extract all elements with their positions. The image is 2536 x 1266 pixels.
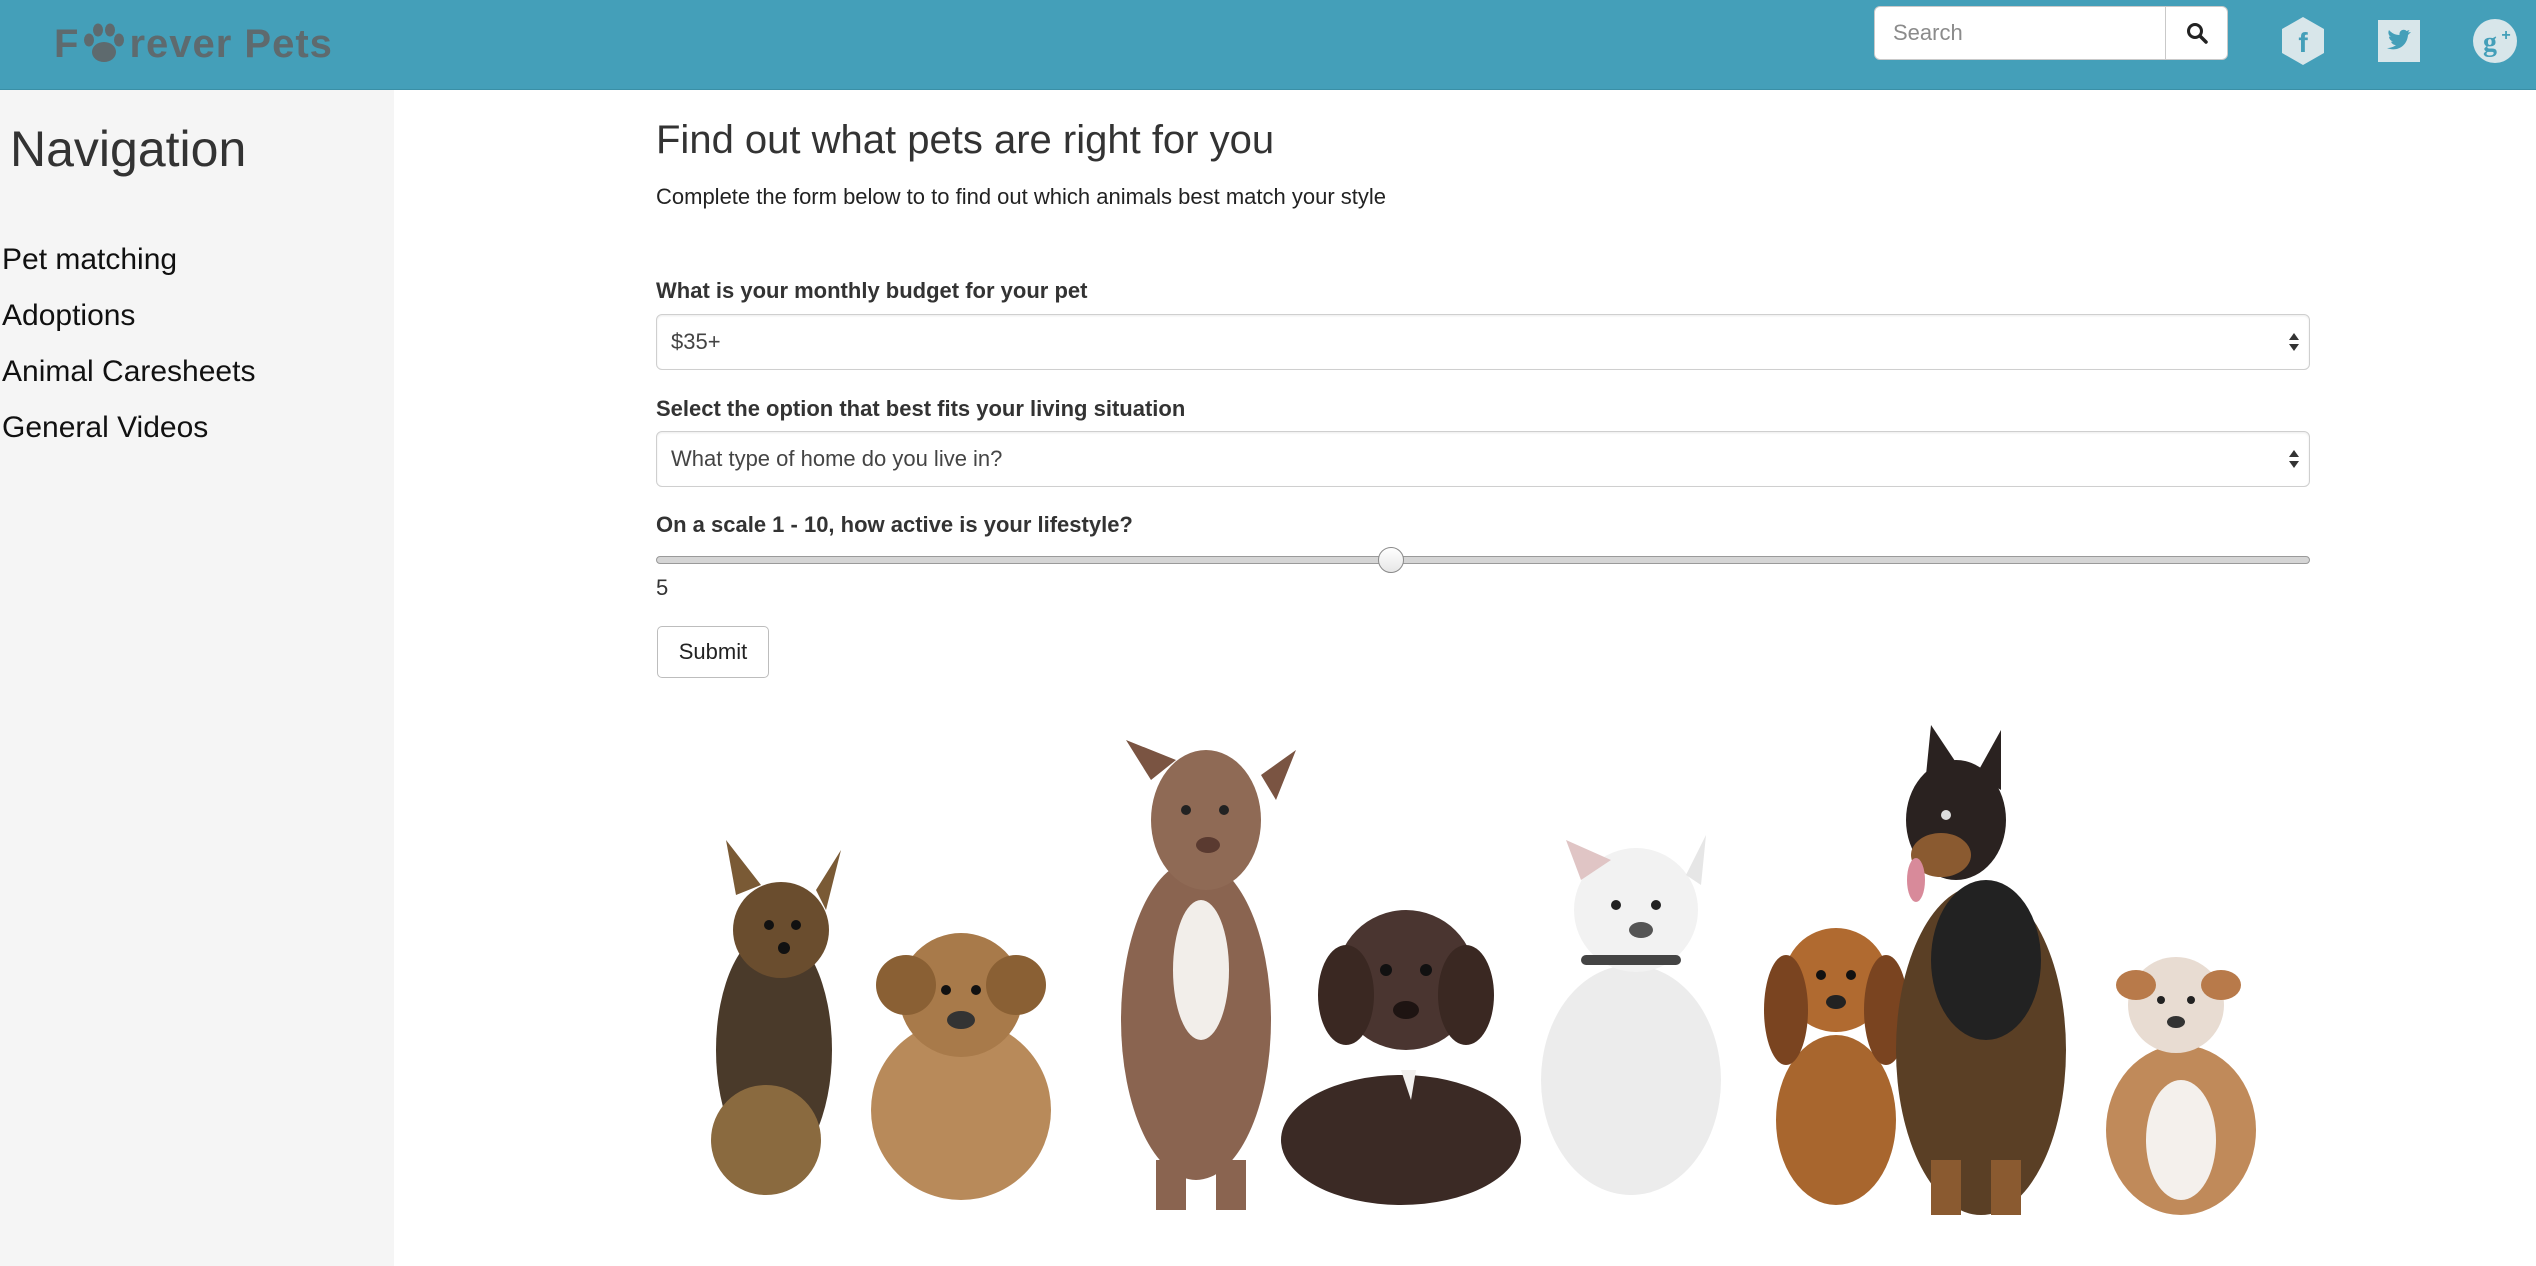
puppies-photo [711, 725, 2256, 1215]
select-arrows-icon [2289, 333, 2299, 351]
sidebar-item-animal-caresheets[interactable]: Animal Caresheets [2, 352, 255, 408]
activity-slider[interactable] [656, 556, 2310, 564]
puppy-bulldog [1541, 835, 1721, 1195]
page-title: Find out what pets are right for you [656, 118, 1275, 162]
page-subtitle: Complete the form below to to find out w… [656, 184, 1387, 209]
twitter-icon[interactable] [2374, 14, 2424, 68]
svg-text:g: g [2483, 27, 2497, 58]
search-icon [2186, 23, 2208, 44]
sidebar-nav: Pet matching Adoptions Animal Caresheets… [2, 240, 255, 464]
living-select-value: What type of home do you live in? [671, 446, 1003, 471]
puppy-yorkie [711, 840, 841, 1195]
puppy-pitbull [1121, 740, 1296, 1210]
sidebar-item-pet-matching[interactable]: Pet matching [2, 240, 255, 296]
budget-select-value: $35+ [671, 329, 721, 354]
activity-label: On a scale 1 - 10, how active is your li… [656, 512, 1133, 537]
puppy-fluffy [871, 933, 1051, 1200]
brand-suffix: rever Pets [129, 21, 333, 66]
search-form [1874, 6, 2228, 60]
puppy-german-shepherd [1896, 725, 2066, 1215]
facebook-icon[interactable]: f [2278, 14, 2328, 68]
puppy-english-bulldog [2106, 957, 2256, 1215]
google-plus-icon[interactable]: g + [2470, 14, 2520, 68]
paw-icon [84, 23, 125, 62]
living-label: Select the option that best fits your li… [656, 396, 1186, 421]
top-navbar: F rever Pets f g + [0, 0, 2536, 90]
select-arrows-icon [2289, 450, 2299, 468]
search-input[interactable] [1874, 6, 2166, 60]
svg-text:+: + [2501, 27, 2510, 44]
budget-select[interactable]: $35+ [656, 314, 2310, 370]
sidebar: Navigation Pet matching Adoptions Animal… [0, 90, 394, 1266]
budget-label: What is your monthly budget for your pet [656, 278, 1088, 303]
activity-slider-thumb[interactable] [1378, 547, 1404, 573]
puppy-lab [1281, 910, 1521, 1205]
puppy-dachshund [1764, 928, 1908, 1205]
living-select[interactable]: What type of home do you live in? [656, 431, 2310, 487]
sidebar-item-adoptions[interactable]: Adoptions [2, 296, 255, 352]
sidebar-item-general-videos[interactable]: General Videos [2, 408, 255, 464]
sidebar-title: Navigation [10, 121, 247, 177]
brand-prefix: F [54, 21, 80, 66]
search-button[interactable] [2166, 6, 2228, 60]
brand-logo[interactable]: F rever Pets [54, 16, 333, 72]
svg-text:f: f [2298, 27, 2308, 58]
submit-button[interactable]: Submit [657, 626, 769, 678]
activity-value: 5 [656, 575, 669, 600]
